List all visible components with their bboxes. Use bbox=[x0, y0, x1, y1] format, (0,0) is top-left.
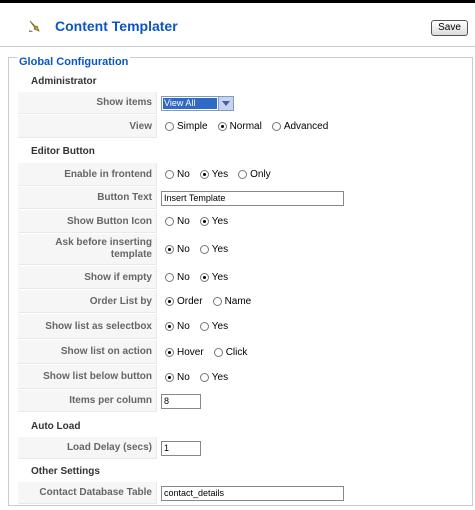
row-show-if-empty: Show if empty No Yes bbox=[18, 266, 464, 289]
option-yes: Yes bbox=[211, 216, 229, 227]
section-auto-load: Auto Load bbox=[31, 421, 81, 432]
save-button[interactable]: Save bbox=[431, 20, 468, 36]
option-yes: Yes bbox=[211, 244, 229, 255]
row-button-text: Button Text Insert Template bbox=[18, 187, 464, 209]
label-ask-line1: Ask before inserting bbox=[55, 237, 152, 248]
radio-empty-yes[interactable] bbox=[199, 273, 209, 282]
radio-frontend-no[interactable] bbox=[165, 170, 174, 179]
label-items-per-column: Items per column bbox=[18, 390, 157, 412]
row-order-list-by: Order List by Order Name bbox=[18, 290, 464, 313]
row-enable-frontend: Enable in frontend No Yes Only bbox=[18, 163, 464, 186]
radio-view-advanced[interactable] bbox=[271, 122, 281, 131]
row-view: View Simple Normal Advanced bbox=[18, 115, 464, 138]
radio-frontend-only[interactable] bbox=[238, 170, 248, 179]
option-yes: Yes bbox=[211, 321, 229, 332]
option-no: No bbox=[177, 272, 190, 283]
label-show-if-empty: Show if empty bbox=[18, 266, 157, 289]
label-order-list-by: Order List by bbox=[18, 290, 157, 313]
chevron-down-icon[interactable] bbox=[218, 96, 233, 110]
label-view: View bbox=[18, 115, 157, 138]
row-contact-table: Contact Database Table contact_details bbox=[18, 482, 464, 504]
option-order: Order bbox=[177, 296, 203, 307]
load-delay-input[interactable]: 1 bbox=[161, 440, 201, 456]
label-contact-table: Contact Database Table bbox=[18, 482, 157, 504]
row-show-list-selectbox: Show list as selectbox No Yes bbox=[18, 314, 464, 339]
radio-ask-no[interactable] bbox=[165, 245, 174, 254]
option-advanced: Advanced bbox=[283, 121, 329, 132]
radio-selectbox-no[interactable] bbox=[165, 322, 174, 331]
radio-action-hover[interactable] bbox=[165, 347, 174, 357]
items-per-column-input[interactable]: 8 bbox=[161, 393, 201, 409]
contact-table-input[interactable]: contact_details bbox=[161, 485, 344, 501]
radio-order-name[interactable] bbox=[212, 297, 222, 306]
radio-frontend-yes[interactable] bbox=[199, 170, 209, 179]
option-no: No bbox=[177, 371, 190, 383]
option-no: No bbox=[177, 244, 190, 255]
section-editor-button: Editor Button bbox=[31, 146, 95, 157]
label-show-list-selectbox: Show list as selectbox bbox=[18, 314, 157, 339]
option-yes: Yes bbox=[211, 272, 229, 283]
radio-below-no[interactable] bbox=[165, 372, 174, 382]
radio-icon-yes[interactable] bbox=[199, 217, 209, 226]
option-click: Click bbox=[225, 346, 248, 358]
row-show-list-action: Show list on action Hover Click bbox=[18, 340, 464, 364]
label-show-button-icon: Show Button Icon bbox=[18, 210, 157, 233]
row-ask-before: Ask before inserting template No Yes bbox=[18, 234, 464, 265]
radio-selectbox-yes[interactable] bbox=[199, 322, 209, 331]
option-no: No bbox=[177, 216, 190, 227]
label-show-items: Show items bbox=[18, 92, 157, 114]
label-button-text: Button Text bbox=[18, 187, 157, 209]
toolbar-header: Content Templater Save bbox=[0, 3, 475, 47]
section-other-settings: Other Settings bbox=[31, 466, 100, 477]
radio-order-order[interactable] bbox=[165, 297, 174, 306]
show-items-selected: View All bbox=[163, 97, 217, 109]
option-name: Name bbox=[224, 296, 252, 307]
radio-ask-yes[interactable] bbox=[199, 245, 209, 254]
label-show-list-below: Show list below button bbox=[18, 365, 157, 389]
button-text-input[interactable]: Insert Template bbox=[161, 190, 344, 206]
row-load-delay: Load Delay (secs) 1 bbox=[18, 437, 464, 459]
label-ask-before: Ask before inserting template bbox=[18, 234, 157, 265]
radio-view-normal[interactable] bbox=[217, 122, 227, 131]
radio-empty-no[interactable] bbox=[165, 273, 174, 282]
option-simple: Simple bbox=[177, 121, 208, 132]
label-ask-line2: template bbox=[110, 249, 152, 260]
page-title: Content Templater bbox=[55, 18, 178, 34]
option-normal: Normal bbox=[229, 121, 262, 132]
option-no: No bbox=[177, 169, 190, 180]
label-enable-frontend: Enable in frontend bbox=[18, 163, 157, 186]
row-show-items: Show items View All bbox=[18, 92, 464, 114]
option-no: No bbox=[177, 321, 190, 332]
radio-action-click[interactable] bbox=[213, 347, 223, 357]
templater-icon bbox=[29, 20, 40, 32]
radio-icon-no[interactable] bbox=[165, 217, 174, 226]
row-show-list-below: Show list below button No Yes bbox=[18, 365, 464, 389]
option-hover: Hover bbox=[177, 346, 204, 358]
section-administrator: Administrator bbox=[31, 76, 97, 87]
radio-view-simple[interactable] bbox=[165, 122, 174, 131]
row-items-per-column: Items per column 8 bbox=[18, 390, 464, 412]
label-load-delay: Load Delay (secs) bbox=[18, 437, 157, 459]
option-only: Only bbox=[250, 169, 271, 180]
radio-below-yes[interactable] bbox=[199, 372, 209, 382]
option-yes: Yes bbox=[211, 169, 229, 180]
fieldset-legend: Global Configuration bbox=[17, 56, 131, 68]
label-show-list-action: Show list on action bbox=[18, 340, 157, 364]
show-items-select[interactable]: View All bbox=[161, 95, 234, 111]
row-show-button-icon: Show Button Icon No Yes bbox=[18, 210, 464, 233]
option-yes: Yes bbox=[211, 371, 229, 383]
